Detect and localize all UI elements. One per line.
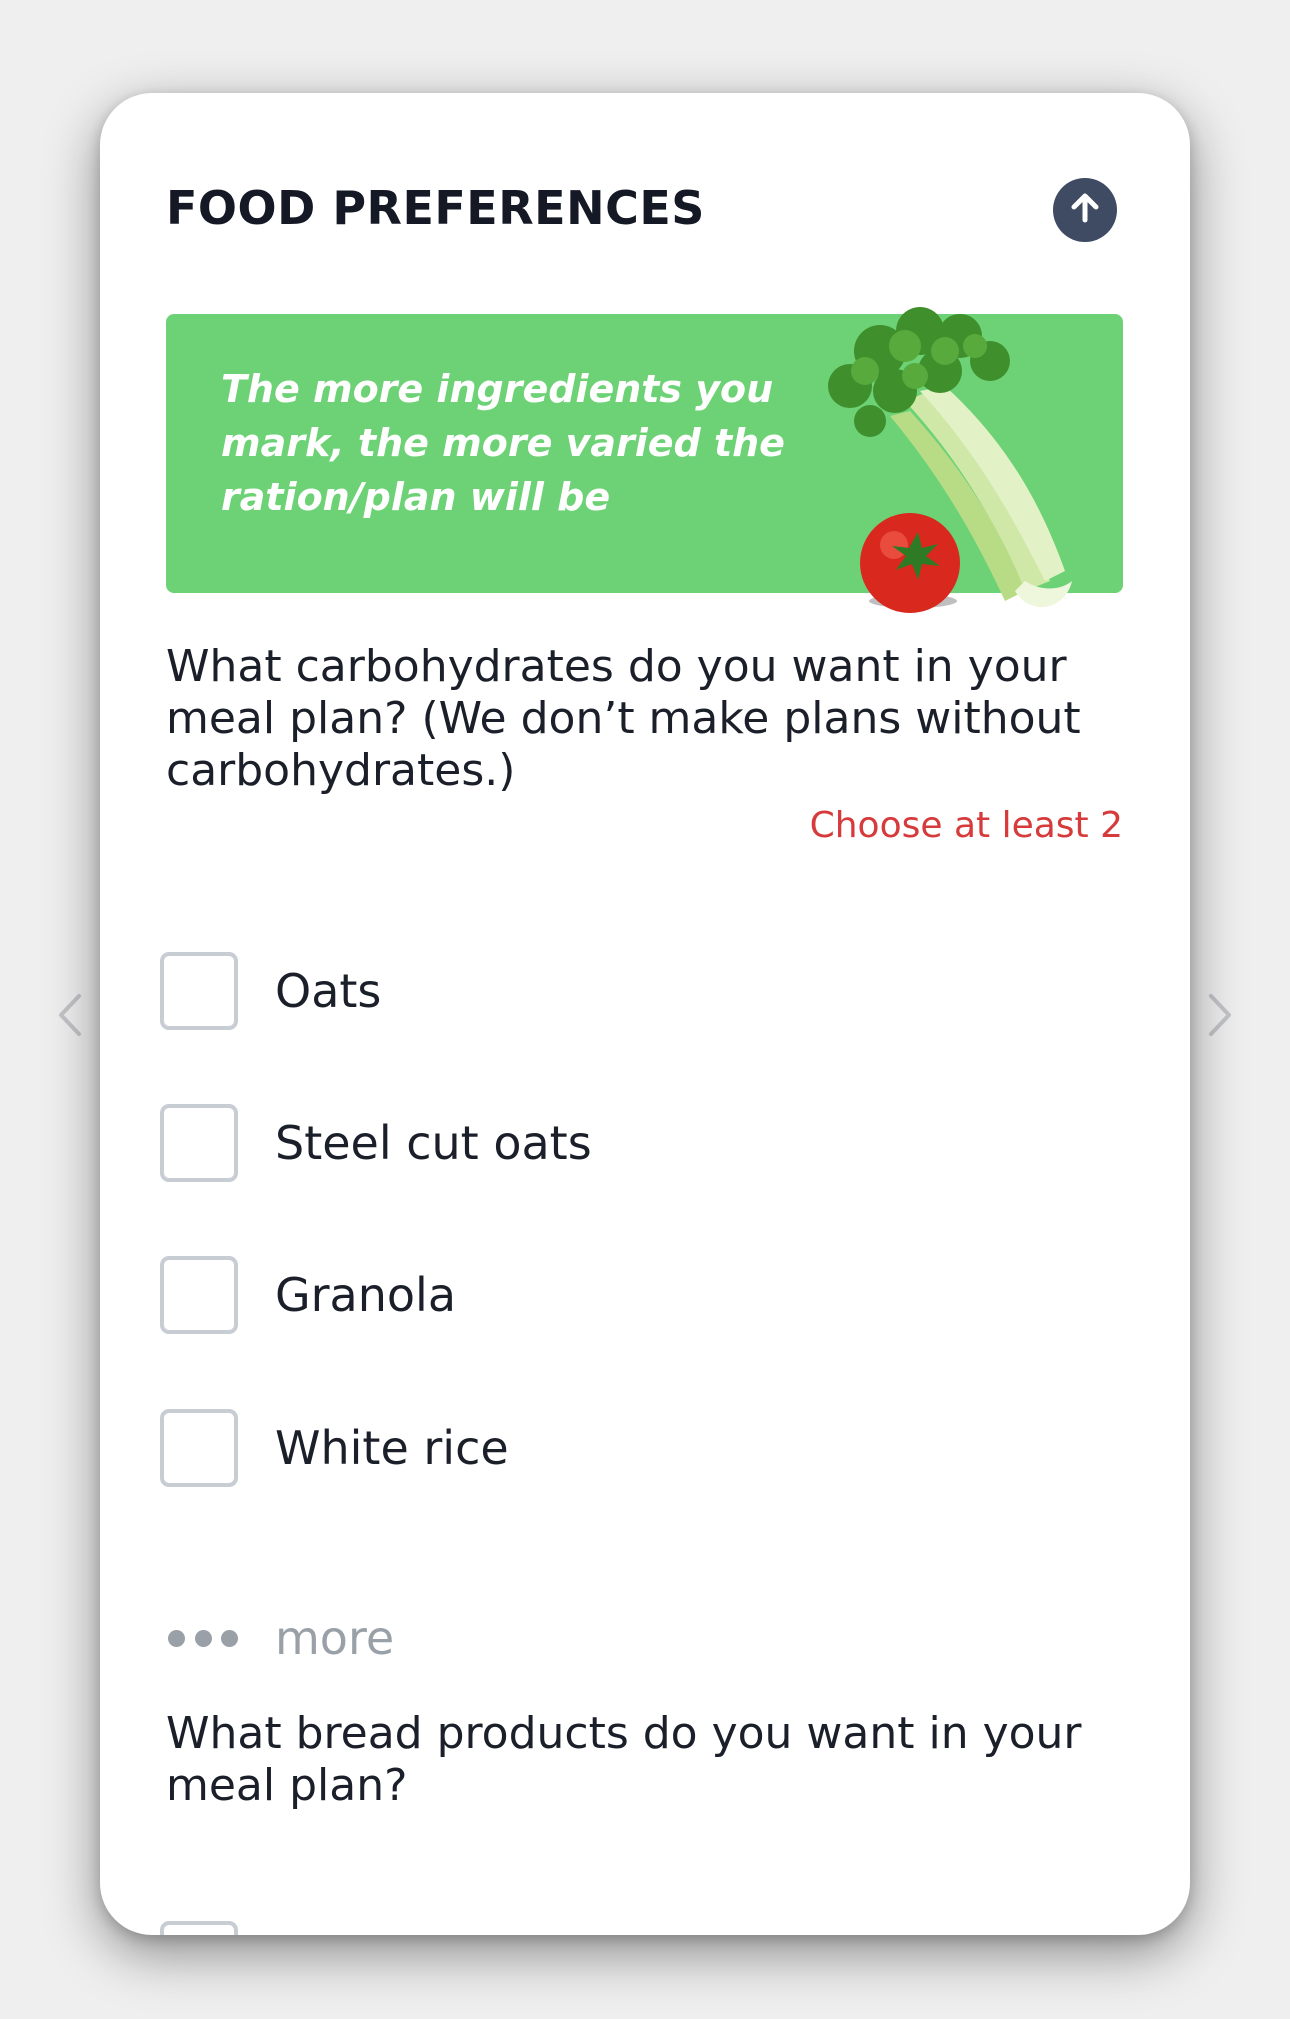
bread-question: What bread products do you want in your … [166, 1708, 1082, 1811]
food-preferences-card: FOOD PREFERENCES The more ingredients yo… [100, 93, 1190, 1935]
checkbox[interactable] [160, 1409, 238, 1487]
checkbox[interactable] [160, 1921, 238, 1935]
option-oats[interactable]: Oats [160, 946, 1060, 1036]
banner-text: The more ingredients you mark, the more … [221, 367, 785, 519]
option-granola[interactable]: Granola [160, 1250, 1060, 1340]
option-label: Steel cut oats [275, 1116, 592, 1170]
more-label: more [275, 1611, 395, 1665]
more-dots-icon [164, 1629, 242, 1647]
option-label: Oats [275, 964, 382, 1018]
show-more-button[interactable]: more [164, 1603, 394, 1673]
option-label: White rice [275, 1421, 509, 1475]
page-title: FOOD PREFERENCES [166, 181, 705, 235]
minimum-selection-hint: Choose at least 2 [809, 805, 1123, 846]
option-white-rice[interactable]: White rice [160, 1403, 1060, 1493]
option-steel-cut-oats[interactable]: Steel cut oats [160, 1098, 1060, 1188]
checkbox[interactable] [160, 1256, 238, 1334]
arrow-up-icon [1067, 190, 1103, 230]
carbs-question: What carbohydrates do you want in your m… [166, 641, 1081, 796]
option-label: Granola [275, 1268, 457, 1322]
chevron-left-icon[interactable] [45, 980, 95, 1050]
chevron-right-icon[interactable] [1195, 980, 1245, 1050]
celery-tomato-illustration [828, 307, 1072, 613]
checkbox[interactable] [160, 1104, 238, 1182]
scroll-up-button[interactable] [1053, 178, 1117, 242]
checkbox[interactable] [160, 952, 238, 1030]
